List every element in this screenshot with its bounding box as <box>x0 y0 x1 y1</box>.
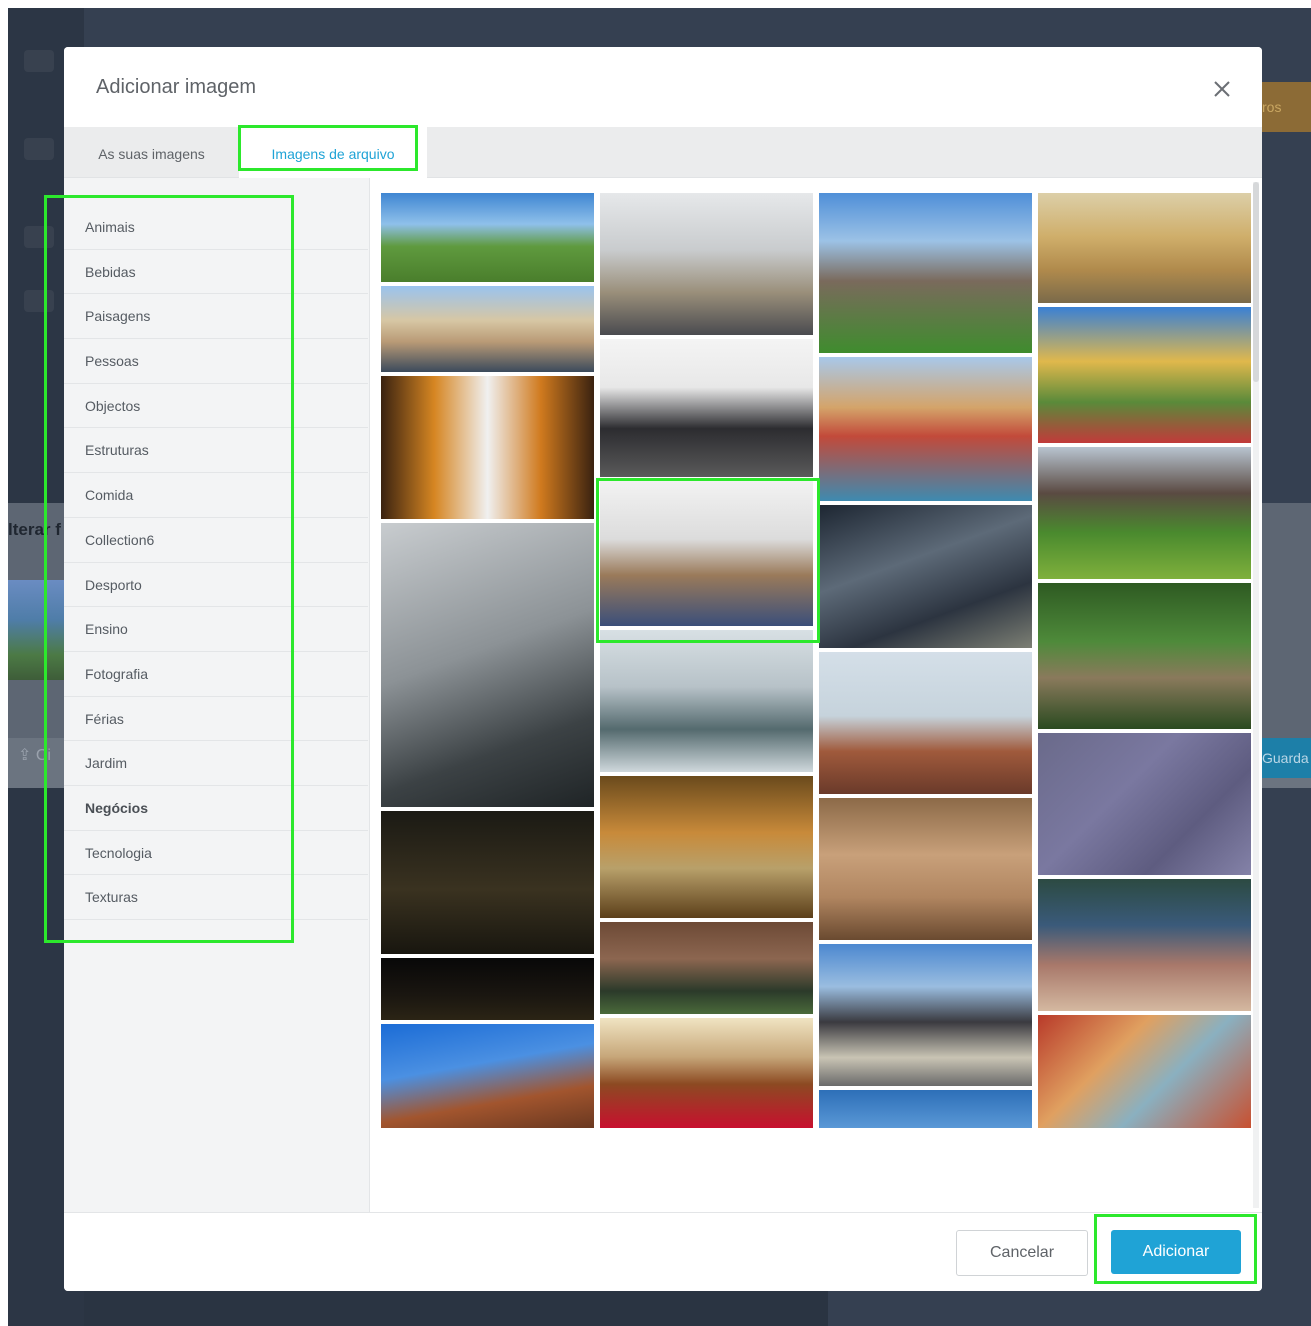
tab-archive-images[interactable]: Imagens de arquivo <box>239 127 427 178</box>
background-upload-text: Ci <box>35 747 51 764</box>
image-thumbnail[interactable] <box>381 523 594 807</box>
image-thumbnail[interactable] <box>819 357 1032 501</box>
background-orange-button: ros <box>1262 82 1311 132</box>
gear-icon <box>24 290 54 312</box>
image-thumbnail[interactable] <box>600 193 813 335</box>
image-thumbnail[interactable] <box>381 1024 594 1128</box>
category-item[interactable]: Comida <box>64 473 368 518</box>
modal-header: Adicionar imagem <box>64 47 1262 127</box>
category-item[interactable]: Texturas <box>64 875 368 920</box>
image-thumbnail[interactable] <box>1038 1015 1251 1128</box>
category-item[interactable]: Pessoas <box>64 339 368 384</box>
category-item[interactable]: Tecnologia <box>64 831 368 876</box>
category-item[interactable]: Estruturas <box>64 428 368 474</box>
image-thumbnail[interactable] <box>1038 879 1251 1011</box>
image-thumbnail[interactable] <box>600 1018 813 1128</box>
image-grid <box>370 178 1262 1212</box>
category-item[interactable]: Ensino <box>64 607 368 652</box>
image-thumbnail[interactable] <box>819 1090 1032 1128</box>
image-thumbnail[interactable] <box>381 376 594 519</box>
category-item[interactable]: Animais <box>64 205 368 250</box>
category-item[interactable]: Bebidas <box>64 250 368 295</box>
image-thumbnail[interactable] <box>819 193 1032 353</box>
image-thumbnail[interactable] <box>600 776 813 918</box>
scrollbar-thumb[interactable] <box>1253 182 1259 382</box>
image-thumbnail[interactable] <box>819 944 1032 1086</box>
image-thumbnail[interactable] <box>1038 733 1251 875</box>
category-item[interactable]: Collection6 <box>64 518 368 563</box>
tabs-bar: As suas imagens Imagens de arquivo <box>64 127 1262 178</box>
image-thumbnail[interactable] <box>600 922 813 1014</box>
image-thumbnail[interactable] <box>819 505 1032 648</box>
background-save-button: Guarda <box>1258 738 1311 778</box>
background-footer-strip <box>84 1290 828 1326</box>
add-button[interactable]: Adicionar <box>1111 1230 1241 1274</box>
modal-title: Adicionar imagem <box>96 76 257 98</box>
category-item[interactable]: Desporto <box>64 563 368 608</box>
image-thumbnail[interactable] <box>600 630 813 772</box>
image-thumbnail[interactable] <box>381 811 594 954</box>
image-thumbnail[interactable] <box>381 958 594 1020</box>
category-item[interactable]: Objectos <box>64 384 368 429</box>
image-thumbnail[interactable] <box>600 481 813 626</box>
scrollbar[interactable] <box>1253 182 1259 1208</box>
category-list: Animais Bebidas Paisagens Pessoas Object… <box>64 205 368 920</box>
modal-footer: Cancelar Adicionar <box>64 1212 1262 1291</box>
background-thumbnail <box>8 580 64 680</box>
dots-icon <box>24 226 54 248</box>
category-sidebar: Animais Bebidas Paisagens Pessoas Object… <box>64 178 370 1212</box>
image-thumbnail[interactable] <box>1038 447 1251 579</box>
category-item-active[interactable]: Negócios <box>64 786 368 831</box>
cancel-button[interactable]: Cancelar <box>956 1230 1088 1276</box>
image-thumbnail[interactable] <box>1038 193 1251 303</box>
background-orange-label: ros <box>1262 99 1282 115</box>
user-icon <box>24 50 54 72</box>
background-upload-label: ⇪ Ci <box>18 747 51 764</box>
image-thumbnail[interactable] <box>600 339 813 477</box>
tab-your-images[interactable]: As suas imagens <box>64 127 239 177</box>
category-item[interactable]: Jardim <box>64 741 368 786</box>
car-icon <box>24 138 54 160</box>
category-item[interactable]: Paisagens <box>64 294 368 340</box>
add-image-modal: Adicionar imagem As suas imagens Imagens… <box>64 47 1262 1291</box>
category-item[interactable]: Férias <box>64 697 368 742</box>
close-icon <box>1214 81 1230 97</box>
image-thumbnail[interactable] <box>819 798 1032 940</box>
image-thumbnail[interactable] <box>1038 583 1251 729</box>
image-thumbnail[interactable] <box>381 286 594 372</box>
image-thumbnail[interactable] <box>1038 307 1251 443</box>
close-button[interactable] <box>1204 71 1240 107</box>
background-panel-title: lterar f <box>8 520 61 539</box>
image-thumbnail[interactable] <box>819 652 1032 794</box>
image-thumbnail[interactable] <box>381 193 594 282</box>
category-item[interactable]: Fotografia <box>64 652 368 697</box>
